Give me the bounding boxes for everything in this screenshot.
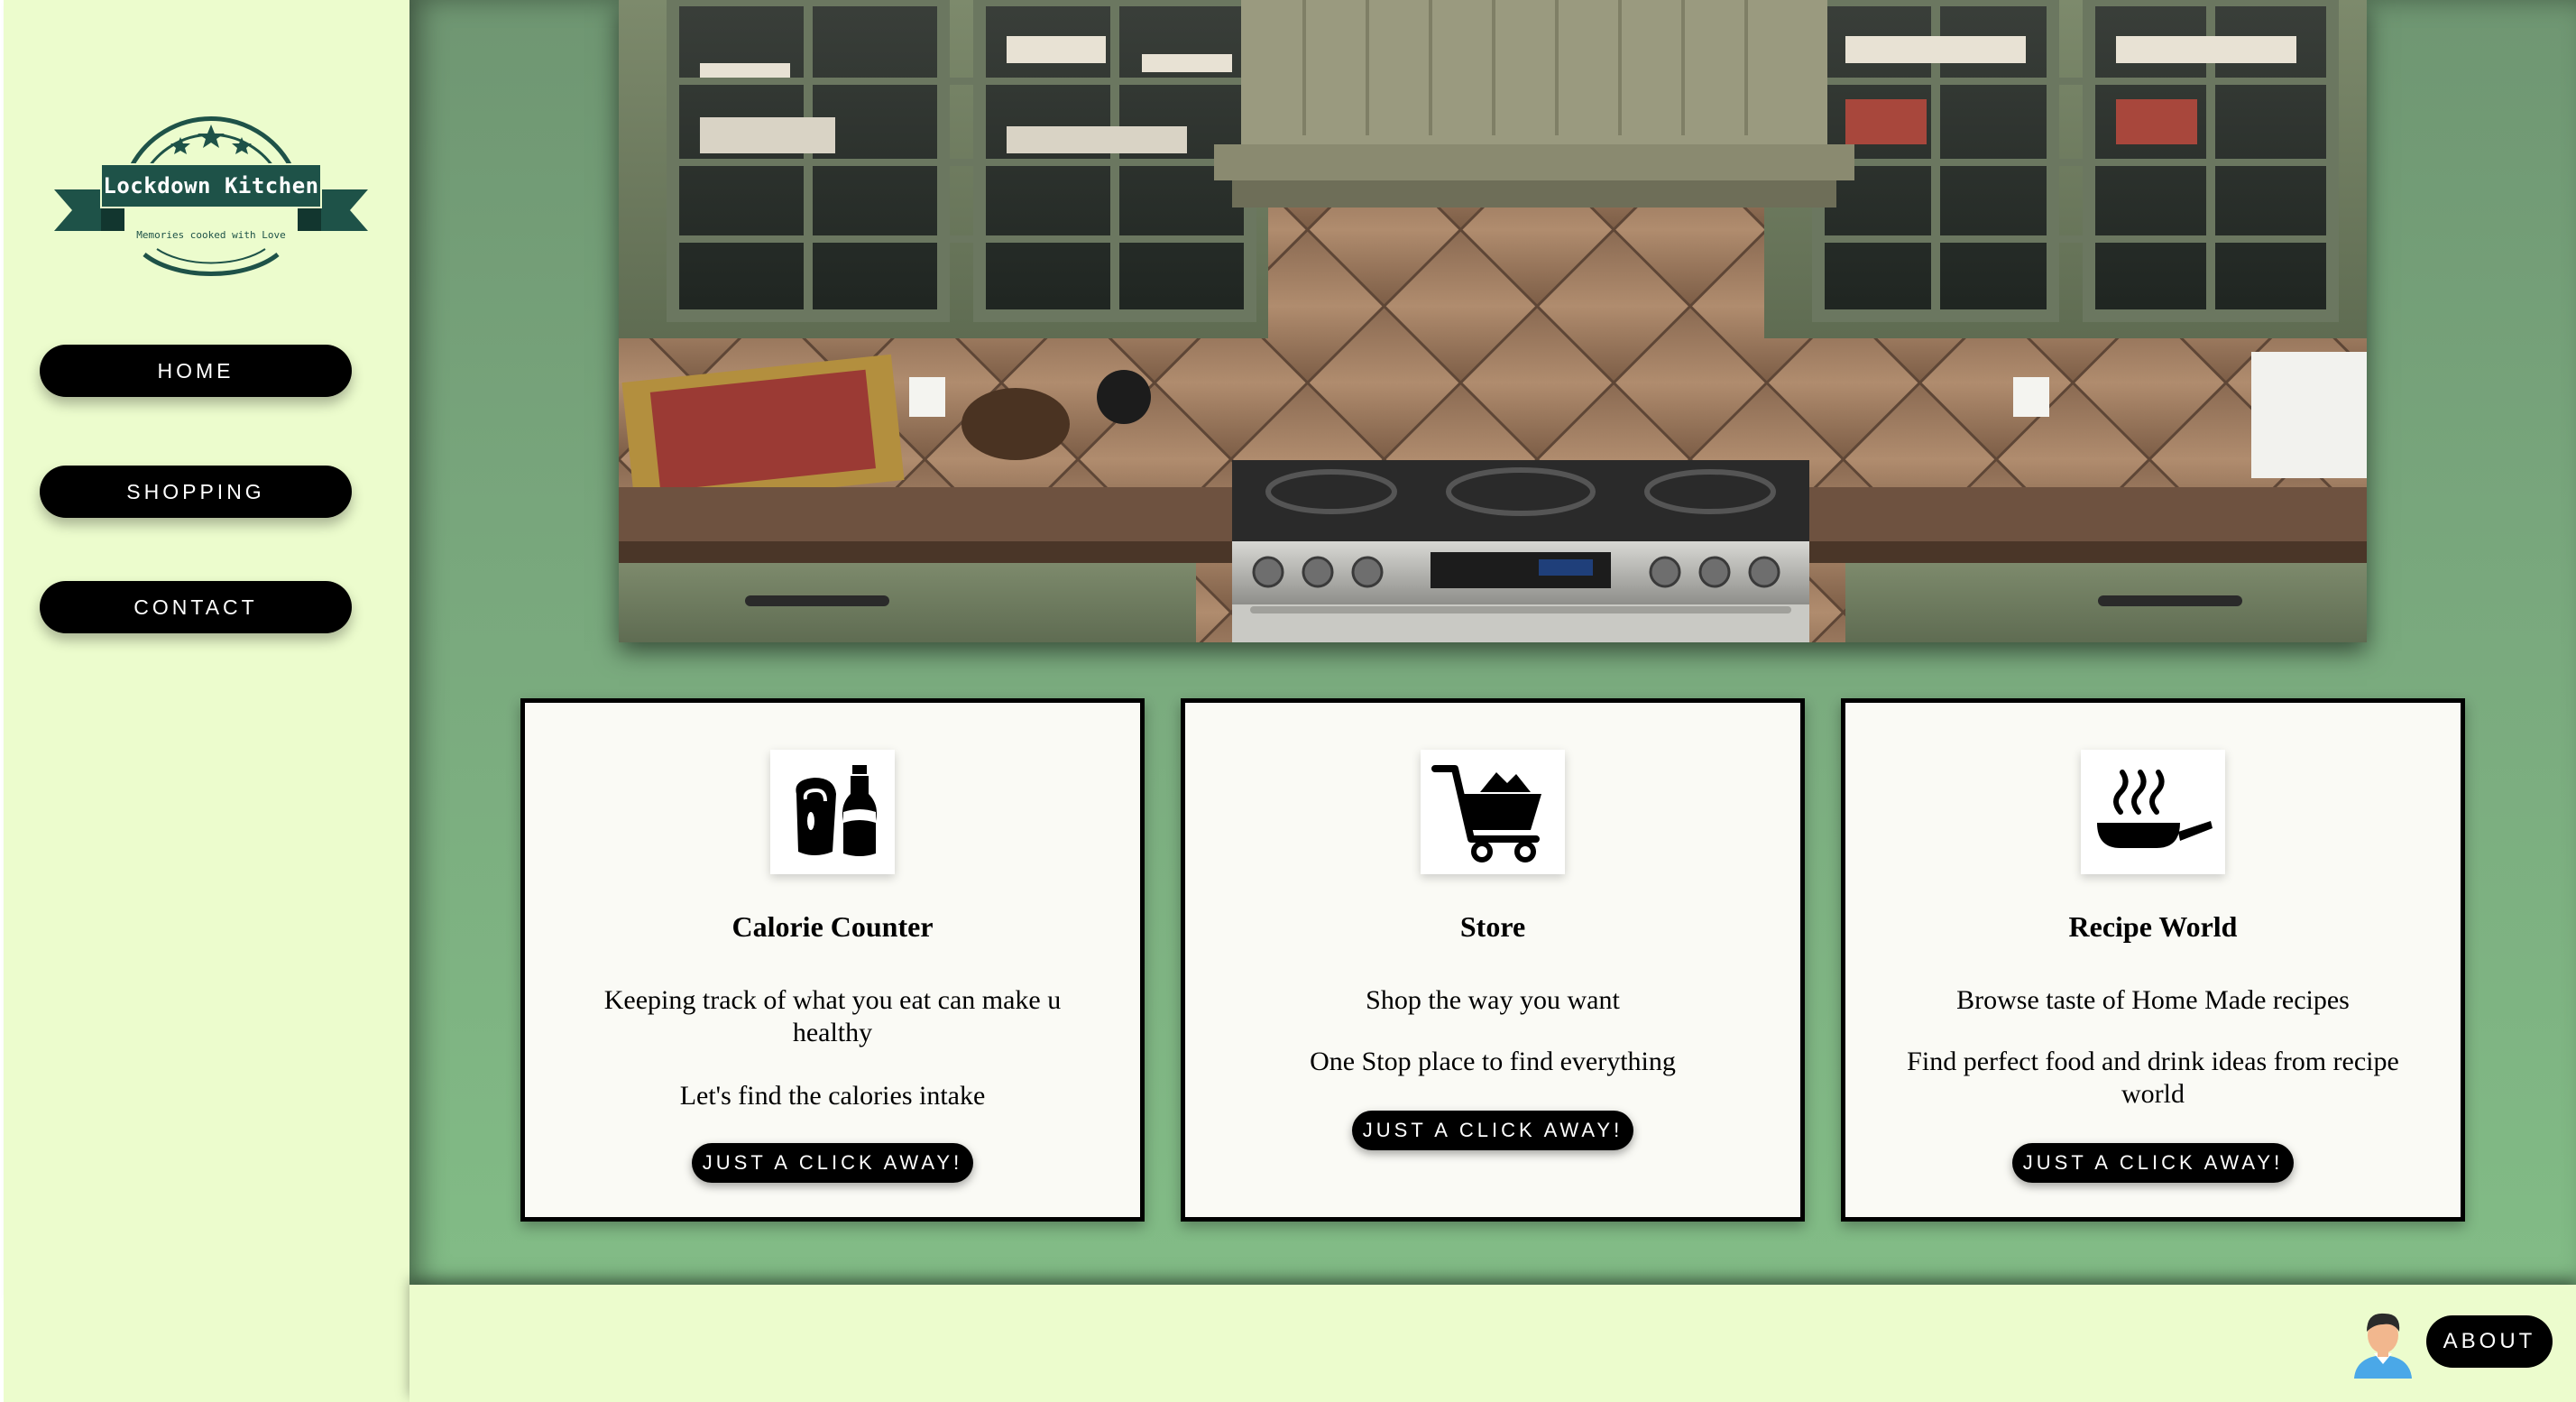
calorie-counter-button[interactable]: JUST A CLICK AWAY! bbox=[692, 1143, 973, 1183]
user-avatar-icon[interactable] bbox=[2349, 1306, 2417, 1379]
card-description: Browse taste of Home Made recipes bbox=[1956, 985, 2350, 1015]
kitchen-photo-icon bbox=[619, 0, 2367, 642]
card-calorie-counter: Calorie Counter Keeping track of what yo… bbox=[520, 698, 1145, 1222]
card-title: Recipe World bbox=[2068, 910, 2238, 943]
card-recipe-world: Recipe World Browse taste of Home Made r… bbox=[1841, 698, 2465, 1222]
brand-name: Lockdown Kitchen bbox=[103, 173, 319, 198]
nav-home-button[interactable]: HOME bbox=[40, 345, 352, 397]
card-description: Shop the way you want bbox=[1366, 985, 1620, 1015]
footer-left bbox=[4, 1301, 409, 1402]
card-title: Calorie Counter bbox=[731, 910, 934, 943]
card-store: Store Shop the way you want One Stop pla… bbox=[1181, 698, 1805, 1222]
food-drink-icon[interactable] bbox=[770, 750, 895, 874]
about-button[interactable]: ABOUT bbox=[2426, 1315, 2553, 1368]
footer bbox=[409, 1285, 2576, 1402]
card-description: Keeping track of what you eat can make u… bbox=[603, 985, 1062, 1047]
sidebar: Lockdown Kitchen Memories cooked with Lo… bbox=[4, 0, 409, 1301]
card-extra-text: Find perfect food and drink ideas from r… bbox=[1907, 1047, 2399, 1109]
hero-kitchen-image bbox=[619, 0, 2367, 642]
card-extra-text: Let's find the calories intake bbox=[679, 1081, 986, 1111]
card-extra-text: One Stop place to find everything bbox=[1310, 1047, 1676, 1076]
brand-tagline: Memories cooked with Love bbox=[136, 229, 286, 241]
nav-shopping-button[interactable]: SHOPPING bbox=[40, 466, 352, 518]
cooking-pan-icon[interactable] bbox=[2081, 750, 2225, 874]
nav-contact-button[interactable]: CONTACT bbox=[40, 581, 352, 633]
shopping-cart-icon[interactable] bbox=[1421, 750, 1565, 874]
store-button[interactable]: JUST A CLICK AWAY! bbox=[1352, 1111, 1633, 1150]
card-title: Store bbox=[1459, 910, 1526, 943]
brand-logo[interactable]: Lockdown Kitchen Memories cooked with Lo… bbox=[49, 96, 373, 294]
recipe-world-button[interactable]: JUST A CLICK AWAY! bbox=[2012, 1143, 2294, 1183]
